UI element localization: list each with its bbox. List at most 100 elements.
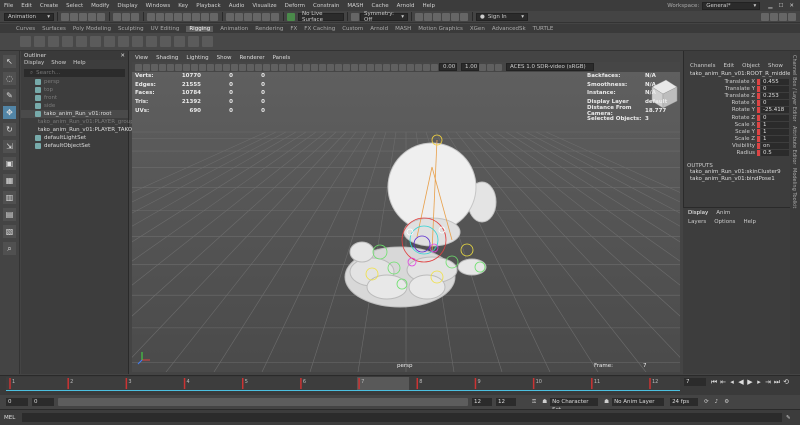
viewport-toolbar-icon[interactable]	[231, 63, 238, 71]
channel-attribute-value[interactable]: -25.418	[761, 107, 789, 114]
range-slider-bar[interactable]	[58, 398, 468, 406]
command-language-label[interactable]: MEL	[4, 415, 22, 421]
viewport-toolbar-icon[interactable]	[375, 63, 382, 71]
layer-menu-layers[interactable]: Layers	[688, 219, 706, 225]
animation-start-field[interactable]: 0	[6, 398, 28, 406]
select-hierarchy-icon[interactable]	[113, 12, 121, 21]
audio-icon[interactable]: ♪	[715, 399, 719, 405]
viewport-toolbar-icon[interactable]	[247, 63, 254, 71]
layout4-tool-icon[interactable]: ▧	[3, 225, 16, 238]
viewport-toolbar-icon[interactable]	[383, 63, 390, 71]
paint-tool-icon[interactable]: ✎	[3, 89, 16, 102]
shelf-tab-fx-caching[interactable]: FX Caching	[304, 26, 335, 32]
shelf-tab-mash[interactable]: MASH	[395, 26, 411, 32]
channel-attribute-value[interactable]: 0.253	[761, 92, 789, 99]
current-frame-field[interactable]: 7	[684, 378, 706, 386]
layer-tab-anim[interactable]: Anim	[716, 210, 730, 216]
viewport-toolbar-icon[interactable]	[239, 63, 246, 71]
output-node[interactable]: tako_anim_Run_v01:skinCluster9	[684, 169, 790, 176]
shelf-tab-custom[interactable]: Custom	[342, 26, 363, 32]
viewport-toolbar-icon[interactable]	[135, 63, 142, 71]
menu-item-key[interactable]: Key	[178, 3, 188, 9]
layout3-tool-icon[interactable]: ▤	[3, 208, 16, 221]
shelf-tool-icon[interactable]	[160, 36, 171, 47]
viewport-menu-show[interactable]: Show	[217, 55, 232, 61]
near-clip-field[interactable]: 0.00	[439, 63, 457, 71]
viewport-toolbar-icon[interactable]	[343, 63, 350, 71]
shelf-tool-icon[interactable]	[118, 36, 129, 47]
play-backward-icon[interactable]: ◀	[737, 378, 745, 386]
shelf-tool-icon[interactable]	[62, 36, 73, 47]
viewport-toolbar-icon[interactable]	[183, 63, 190, 71]
viewport-toolbar-icon[interactable]	[335, 63, 342, 71]
shelf-tool-icon[interactable]	[76, 36, 87, 47]
viewport-toolbar-icon[interactable]	[191, 63, 198, 71]
outliner-menu-help[interactable]: Help	[73, 60, 86, 68]
mask-icon[interactable]	[210, 12, 218, 21]
move-tool-icon[interactable]: ✥	[3, 106, 16, 119]
viewport-menu-lighting[interactable]: Lighting	[186, 55, 208, 61]
live-surface-dropdown[interactable]: No Live Surface	[298, 11, 344, 23]
magnet-icon[interactable]	[287, 12, 295, 21]
hypershade-icon[interactable]	[451, 12, 459, 21]
snap-curve-icon[interactable]	[235, 12, 243, 21]
zoom-tool-icon[interactable]: ⌕	[3, 242, 16, 255]
outliner-item[interactable]: front	[21, 94, 128, 102]
layout2-tool-icon[interactable]: ▥	[3, 191, 16, 204]
shelf-tab-rigging[interactable]: Rigging	[186, 25, 214, 32]
menu-item-audio[interactable]: Audio	[229, 3, 245, 9]
open-scene-icon[interactable]	[70, 12, 78, 21]
menu-item-visualize[interactable]: Visualize	[252, 3, 276, 9]
save-scene-icon[interactable]	[79, 12, 87, 21]
channel-attribute[interactable]: Scale Y 1	[684, 128, 790, 135]
shelf-tool-icon[interactable]	[188, 36, 199, 47]
channel-attribute[interactable]: Visibility on	[684, 143, 790, 150]
layer-menu-help[interactable]: Help	[743, 219, 756, 225]
shelf-tab-uv-editing[interactable]: UV Editing	[151, 26, 180, 32]
viewport-toolbar-icon[interactable]	[407, 63, 414, 71]
shelf-tab-animation[interactable]: Animation	[220, 26, 248, 32]
shelf-tab-rendering[interactable]: Rendering	[255, 26, 283, 32]
playback-start-field[interactable]: 0	[32, 398, 54, 406]
menu-item-display[interactable]: Display	[117, 3, 137, 9]
outliner-item[interactable]: tako_anim_Run_v01:PLAYER_TAKO	[21, 126, 132, 134]
menu-item-playback[interactable]: Playback	[196, 3, 221, 9]
viewport-toolbar-icon[interactable]	[159, 63, 166, 71]
channel-attribute-value[interactable]: 0	[761, 85, 789, 92]
mask-icon[interactable]	[183, 12, 191, 21]
viewport-toolbar-icon[interactable]	[223, 63, 230, 71]
channel-attribute-value[interactable]: 0.455	[761, 78, 789, 85]
channel-attribute[interactable]: Scale Z 1	[684, 136, 790, 143]
animation-end-field[interactable]: 12	[496, 398, 516, 406]
channel-attribute[interactable]: Translate Z 0.253	[684, 92, 790, 99]
viewport-menu-shading[interactable]: Shading	[156, 55, 178, 61]
shelf-tab-advancedsk[interactable]: AdvancedSk	[492, 26, 526, 32]
shelf-tab-sculpting[interactable]: Sculpting	[118, 26, 144, 32]
command-input[interactable]	[22, 413, 782, 422]
viewport-menu-panels[interactable]: Panels	[273, 55, 291, 61]
fps-dropdown[interactable]: 24 fps	[670, 398, 699, 406]
select-component-icon[interactable]	[131, 12, 139, 21]
shelf-tab-curves[interactable]: Curves	[16, 26, 35, 32]
viewport-toolbar-icon[interactable]	[167, 63, 174, 71]
channel-attribute-value[interactable]: 1	[761, 136, 789, 143]
viewport-toolbar-icon[interactable]	[303, 63, 310, 71]
mask-icon[interactable]	[201, 12, 209, 21]
play-forward-icon[interactable]: ▶	[746, 378, 754, 386]
sidebar-tab[interactable]: Modeling Toolkit	[791, 168, 797, 208]
shelf-tab-xgen[interactable]: XGen	[470, 26, 485, 32]
viewport-toolbar-icon[interactable]	[351, 63, 358, 71]
shelf-tool-icon[interactable]	[34, 36, 45, 47]
step-back-key-icon[interactable]: ⇤	[719, 378, 727, 386]
render-frame-icon[interactable]	[424, 12, 432, 21]
lasso-tool-icon[interactable]: ◌	[3, 72, 16, 85]
shelf-tab-arnold[interactable]: Arnold	[370, 26, 388, 32]
menu-item-cache[interactable]: Cache	[372, 3, 389, 9]
select-tool-icon[interactable]: ↖	[3, 55, 16, 68]
current-frame-marker[interactable]	[357, 377, 410, 390]
channel-attribute[interactable]: Rotate X 0	[684, 100, 790, 107]
undo-icon[interactable]	[88, 12, 96, 21]
layer-tab-display[interactable]: Display	[688, 210, 708, 216]
history-icon[interactable]	[415, 12, 423, 21]
script-editor-icon[interactable]: ✎	[786, 415, 791, 421]
